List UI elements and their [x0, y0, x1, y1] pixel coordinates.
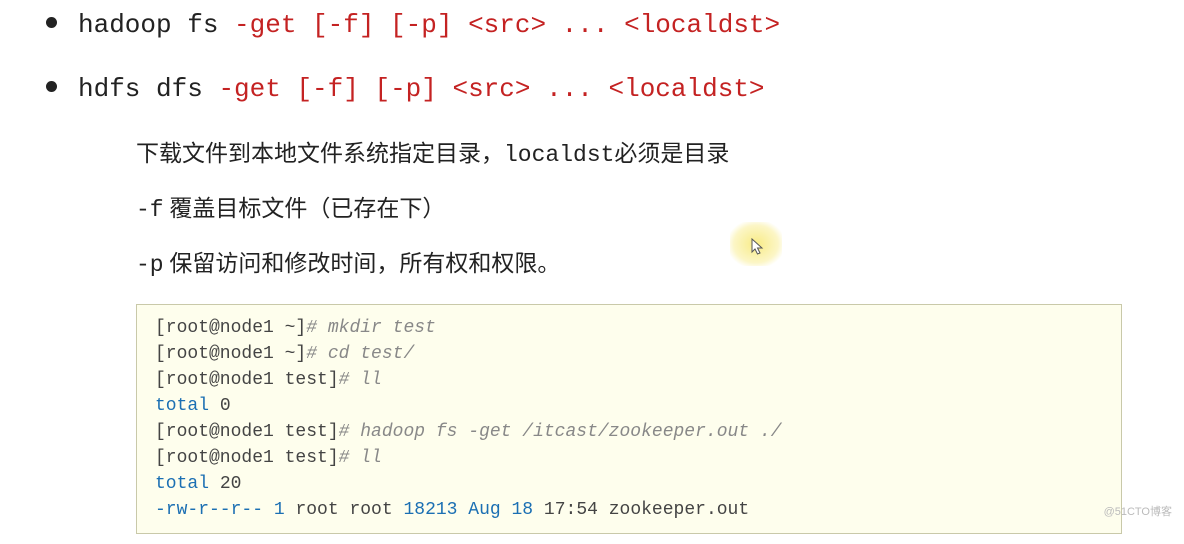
bullet-item-1: hadoop fs -get [-f] [-p] <src> ... <loca…	[40, 10, 1144, 40]
total-value: 0	[209, 396, 231, 416]
cmd-base: hadoop fs	[78, 10, 234, 40]
command-input: # ll	[339, 370, 382, 390]
total-keyword: total	[155, 396, 209, 416]
desc-line-1: 下载文件到本地文件系统指定目录，localdst必须是目录	[136, 138, 1144, 171]
command-input: # ll	[339, 448, 382, 468]
ls-permissions: -rw-r--r--	[155, 500, 263, 520]
prompt: [root@node1 ~]	[155, 318, 306, 338]
total-value: 20	[209, 474, 241, 494]
prompt: [root@node1 test]	[155, 370, 339, 390]
cmd-flags: -get [-f] [-p] <src> ... <localdst>	[234, 10, 780, 40]
description-block: 下载文件到本地文件系统指定目录，localdst必须是目录 -f 覆盖目标文件（…	[136, 138, 1144, 282]
terminal-output: [root@node1 ~]# mkdir test [root@node1 ~…	[136, 304, 1122, 535]
ls-date: Aug 18	[457, 500, 533, 520]
ls-links: 1	[263, 500, 285, 520]
bullet-item-2: hdfs dfs -get [-f] [-p] <src> ... <local…	[40, 74, 1144, 104]
total-keyword: total	[155, 474, 209, 494]
document-body: hadoop fs -get [-f] [-p] <src> ... <loca…	[0, 0, 1184, 544]
prompt: [root@node1 test]	[155, 422, 339, 442]
prompt: [root@node1 test]	[155, 448, 339, 468]
bullet-list: hadoop fs -get [-f] [-p] <src> ... <loca…	[40, 10, 1144, 104]
command-text-1: hadoop fs -get [-f] [-p] <src> ... <loca…	[78, 10, 780, 40]
desc-line-2: -f 覆盖目标文件（已存在下）	[136, 193, 1144, 226]
command-text-2: hdfs dfs -get [-f] [-p] <src> ... <local…	[78, 74, 765, 104]
cmd-flags: -get [-f] [-p] <src> ... <localdst>	[218, 74, 764, 104]
command-input: # mkdir test	[306, 318, 436, 338]
ls-filename: 17:54 zookeeper.out	[533, 500, 749, 520]
watermark: @51CTO博客	[1104, 503, 1172, 519]
desc-line-3: -p 保留访问和修改时间，所有权和权限。	[136, 248, 1144, 281]
command-input: # cd test/	[306, 344, 414, 364]
command-input: # hadoop fs -get /itcast/zookeeper.out .…	[339, 422, 782, 442]
ls-size: 18213	[403, 500, 457, 520]
prompt: [root@node1 ~]	[155, 344, 306, 364]
cmd-base: hdfs dfs	[78, 74, 218, 104]
ls-owner: root root	[285, 500, 404, 520]
